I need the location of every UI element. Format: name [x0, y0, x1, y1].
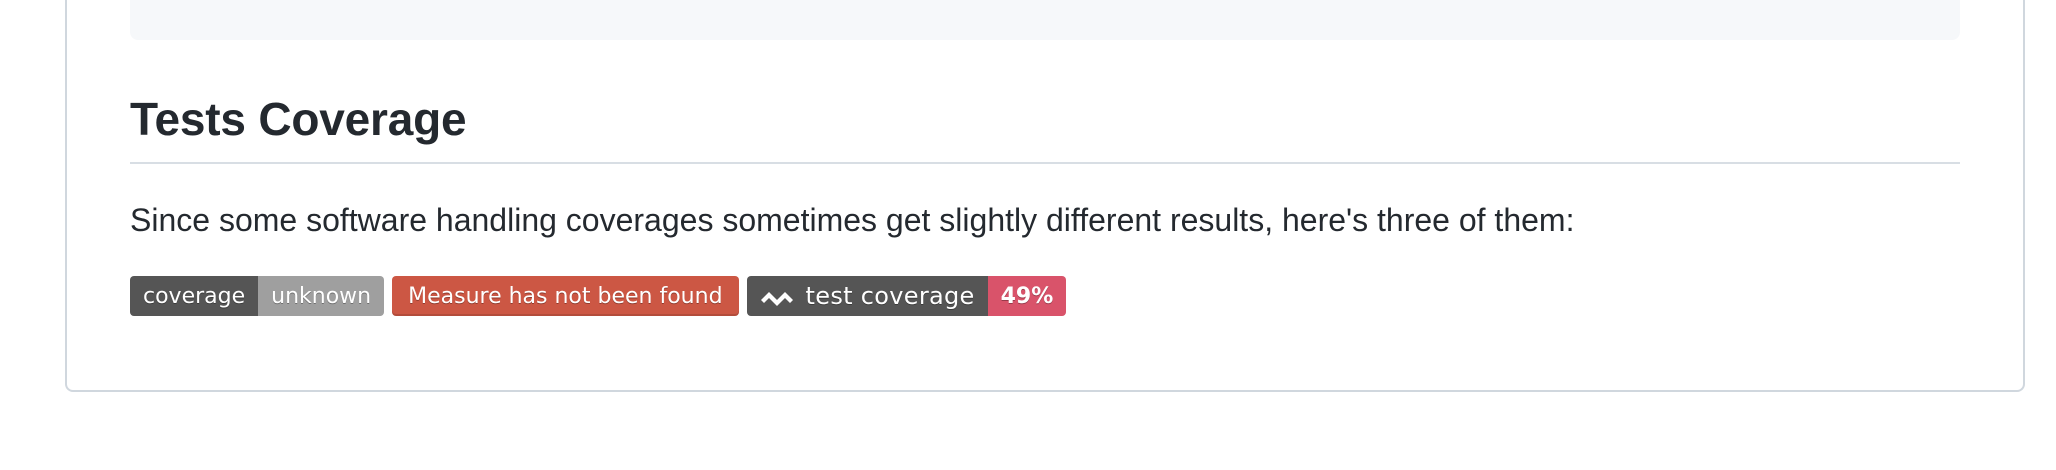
test-coverage-badge-label-segment: test coverage — [746, 276, 988, 316]
measure-badge-text: Measure has not been found — [408, 283, 723, 309]
readme-container — [65, 0, 2025, 392]
coverage-badge[interactable]: coverage unknown — [130, 276, 385, 316]
test-coverage-badge[interactable]: test coverage 49% — [746, 276, 1067, 316]
measure-badge[interactable]: Measure has not been found — [392, 276, 739, 316]
code-climate-icon — [760, 292, 793, 306]
test-coverage-badge-label: test coverage — [805, 282, 975, 310]
badge-row: coverage unknown Measure has not been fo… — [130, 276, 1067, 316]
section-heading: Tests Coverage — [130, 86, 1960, 164]
coverage-badge-label: coverage — [130, 276, 259, 316]
coverage-badge-value: unknown — [258, 276, 385, 316]
test-coverage-badge-value: 49% — [987, 276, 1067, 316]
code-block — [130, 0, 1960, 40]
page: Tests Coverage Since some software handl… — [0, 0, 2056, 470]
section-paragraph: Since some software handling coverages s… — [130, 202, 1575, 238]
